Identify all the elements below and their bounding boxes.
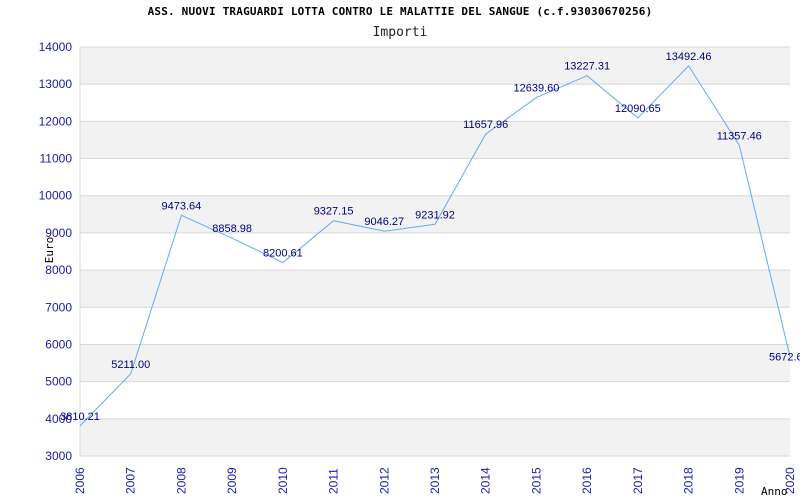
grid-band-12000 bbox=[80, 84, 790, 122]
y-tick-label: 14000 bbox=[39, 40, 73, 54]
data-label: 8858.98 bbox=[212, 223, 252, 235]
x-tick-label: 2007 bbox=[124, 467, 138, 494]
data-label: 13227.31 bbox=[564, 61, 610, 73]
grid-band-3000 bbox=[80, 418, 790, 456]
x-tick-label: 2010 bbox=[276, 467, 290, 494]
data-label: 9327.15 bbox=[314, 206, 354, 218]
y-tick-label: 10000 bbox=[39, 189, 73, 203]
data-label: 9231.92 bbox=[415, 209, 455, 221]
y-tick-label: 12000 bbox=[39, 114, 73, 128]
x-tick-label: 2016 bbox=[580, 467, 594, 494]
x-tick-label: 2013 bbox=[428, 467, 442, 494]
data-label: 5672.60 bbox=[769, 352, 800, 364]
x-tick-label: 2015 bbox=[529, 467, 543, 494]
grid-band-10000 bbox=[80, 158, 790, 196]
data-label: 9046.27 bbox=[364, 216, 404, 228]
y-tick-label: 3000 bbox=[45, 449, 72, 463]
x-tick-label: 2018 bbox=[682, 467, 696, 494]
line-chart: 3000400050006000700080009000100001100012… bbox=[39, 40, 800, 498]
grid-band-11000 bbox=[80, 121, 790, 159]
grid-band-4000 bbox=[80, 381, 790, 419]
y-tick-label: 6000 bbox=[45, 337, 72, 351]
data-label: 13492.46 bbox=[666, 51, 712, 63]
y-tick-label: 5000 bbox=[45, 375, 72, 389]
data-label: 11357.46 bbox=[717, 130, 762, 142]
data-label: 11657.96 bbox=[463, 119, 508, 131]
y-tick-label: 8000 bbox=[45, 263, 72, 277]
x-tick-label: 2019 bbox=[732, 467, 746, 494]
y-axis-title: Euro bbox=[43, 237, 56, 264]
x-tick-label: 2009 bbox=[225, 467, 239, 494]
x-tick-label: 2006 bbox=[73, 467, 87, 494]
data-label: 12639.60 bbox=[513, 83, 559, 95]
x-tick-label: 2008 bbox=[174, 467, 188, 494]
x-tick-label: 2011 bbox=[327, 468, 341, 494]
data-label: 5211.00 bbox=[111, 359, 150, 371]
x-tick-label: 2014 bbox=[479, 467, 493, 494]
x-tick-label: 2012 bbox=[377, 467, 391, 494]
grid-bands bbox=[80, 47, 790, 456]
grid-band-6000 bbox=[80, 307, 790, 345]
grid-band-5000 bbox=[80, 344, 790, 382]
y-tick-label: 13000 bbox=[39, 77, 73, 91]
grid-band-8000 bbox=[80, 232, 790, 271]
data-label: 9473.64 bbox=[162, 200, 202, 212]
data-label: 8200.61 bbox=[263, 248, 303, 260]
y-tick-label: 7000 bbox=[45, 300, 72, 314]
x-axis-ticks: 2006 2007 2008 2009 2010 2011 2012 2013 2014 2015… bbox=[73, 467, 797, 494]
data-label: 3810.21 bbox=[60, 411, 100, 423]
grid-band-7000 bbox=[80, 270, 790, 308]
x-axis-title: Anno bbox=[761, 485, 788, 498]
data-label: 12090.65 bbox=[615, 103, 661, 115]
y-tick-label: 11000 bbox=[40, 152, 73, 166]
x-tick-label: 2017 bbox=[631, 467, 645, 494]
